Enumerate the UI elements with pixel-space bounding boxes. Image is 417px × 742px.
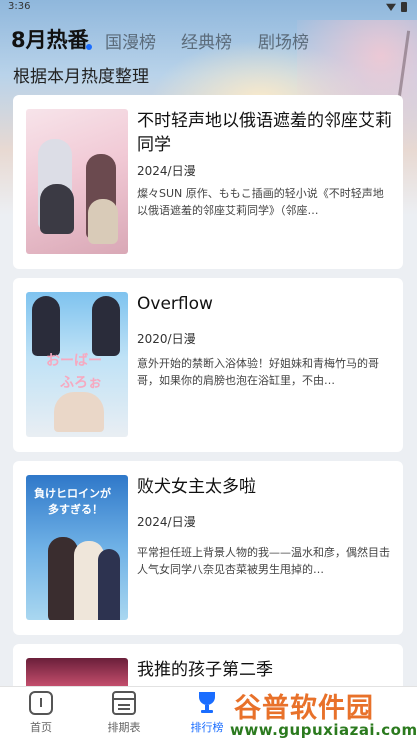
anime-meta: 2024/日漫 [137,164,196,178]
battery-icon [401,2,407,12]
anime-cover-image: おーばー ふろぉ [26,292,128,437]
anime-title: 不时轻声地以俄语遮羞的邻座艾莉同学 [137,111,392,155]
anime-cover-image: 負けヒロインが 多すぎる！ [26,475,128,620]
tab-theater[interactable]: 剧场榜 [258,28,309,53]
anime-title: Overflow [137,294,213,314]
watermark-url: www.gupuxiazai.com [230,721,417,739]
wifi-icon [386,3,396,11]
status-icons [386,2,407,12]
status-time: 3:36 [8,1,31,12]
anime-meta: 2020/日漫 [137,332,196,346]
anime-meta: 2024/日漫 [137,515,196,529]
tab-august-hot[interactable]: 8月热番 [11,24,89,54]
anime-description: 意外开始的禁断入浴体验！好姐妹和青梅竹马的哥哥，如果你的肩膀也泡在浴缸里，不由… [137,357,379,387]
nav-schedule-label: 排期表 [107,721,141,734]
page-subtitle: 根据本月热度整理 [13,67,149,87]
anime-card[interactable]: 不时轻声地以俄语遮羞的邻座艾莉同学 2024/日漫 燦々SUN 原作、ももこ插画… [13,95,403,269]
nav-home[interactable]: 首页 [6,691,76,735]
tab-guoman[interactable]: 国漫榜 [105,28,156,53]
tab-active-dot [86,44,92,50]
status-bar: 3:36 [0,0,417,14]
trophy-icon [195,691,219,715]
ranking-tabs: 8月热番 国漫榜 经典榜 剧场榜 [0,24,417,54]
nav-home-label: 首页 [30,721,52,734]
calendar-icon [112,691,136,715]
anime-card[interactable]: おーばー ふろぉ Overflow 2020/日漫 意外开始的禁断入浴体验！好姐… [13,278,403,452]
anime-title: 败犬女主太多啦 [137,477,256,497]
nav-schedule[interactable]: 排期表 [89,691,159,735]
site-watermark: 谷普软件园 www.gupuxiazai.com [228,686,417,742]
watermark-title: 谷普软件园 [234,693,374,724]
anime-description: 燦々SUN 原作、ももこ插画的轻小说《不时轻声地以俄语遮羞的邻座艾莉同学》（邻座… [137,187,384,217]
anime-title: 我推的孩子第二季 [137,660,273,680]
home-icon [29,691,53,715]
anime-card[interactable]: 負けヒロインが 多すぎる！ 败犬女主太多啦 2024/日漫 平常担任班上背景人物… [13,461,403,635]
tab-classic[interactable]: 经典榜 [181,28,232,53]
anime-cover-image [26,109,128,254]
anime-description: 平常担任班上背景人物的我——温水和彦，偶然目击人气女同学八奈见杏菜被男生甩掉的… [137,546,390,576]
